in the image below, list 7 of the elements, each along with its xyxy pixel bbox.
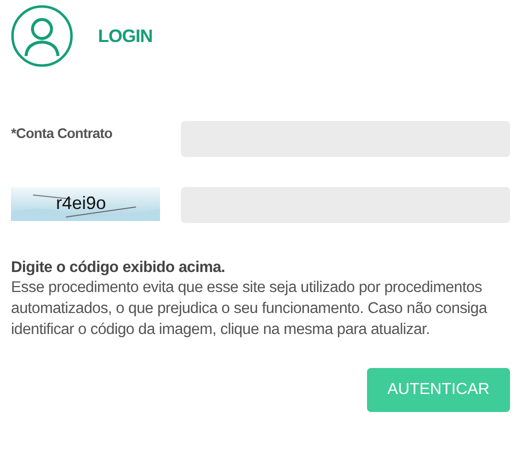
- user-icon: [11, 5, 73, 67]
- field-label: *Conta Contrato: [11, 124, 114, 141]
- instruction-heading: Digite o código exibido acima.: [11, 259, 226, 277]
- captcha-code: r4ei9o: [56, 193, 106, 214]
- instruction-text: Esse procedimento evita que esse site seja utilizado por procedimentos automatizados, o que prejudica o seu funcionamento. Caso não consiga identificar o código da imagem, clique na mesma para atualizar.: [11, 278, 488, 340]
- login-title: LOGIN: [98, 26, 152, 46]
- authenticate-button[interactable]: AUTENTICAR: [367, 368, 510, 412]
